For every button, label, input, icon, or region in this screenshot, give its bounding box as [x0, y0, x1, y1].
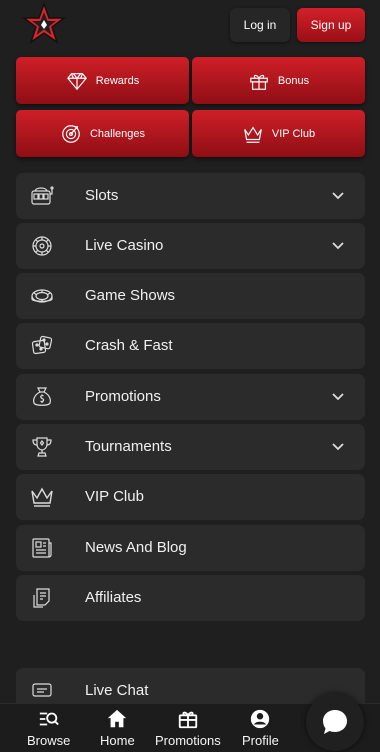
profile-icon [251, 709, 270, 729]
nav-promotions-label: Promotions [155, 733, 221, 748]
vip-club-tile[interactable]: VIP Club [192, 110, 365, 157]
menu-item-label: Affiliates [85, 589, 142, 606]
menu-item-label: VIP Club [85, 488, 144, 505]
menu-item-promotions[interactable]: Promotions [16, 374, 365, 420]
login-button[interactable]: Log in [230, 8, 290, 42]
trophy-icon [32, 437, 52, 457]
nav-browse[interactable]: Browse [27, 708, 70, 748]
chevron-down-icon[interactable] [331, 441, 345, 453]
home-icon [108, 709, 127, 728]
menu-item-tournaments[interactable]: Tournaments [16, 424, 365, 470]
dice-icon [31, 335, 53, 355]
menu-item-affiliates[interactable]: Affiliates [16, 575, 365, 621]
chevron-down-icon[interactable] [331, 391, 345, 403]
newspaper-icon [32, 538, 52, 558]
menu-item-game-shows[interactable]: Game Shows [16, 273, 365, 319]
chevron-down-icon[interactable] [331, 240, 345, 252]
gift-box-icon [178, 711, 198, 729]
menu-item-label: Promotions [85, 388, 161, 405]
browse-icon [39, 712, 59, 726]
menu-item-label: Slots [85, 187, 119, 204]
menu-item-vip-club[interactable]: VIP Club [16, 474, 365, 520]
rewards-tile[interactable]: Rewards [16, 57, 189, 104]
live-chat-button[interactable] [306, 693, 364, 751]
diamond-icon [66, 72, 87, 90]
menu-item-label: Live Chat [85, 682, 149, 699]
nav-browse-label: Browse [27, 733, 71, 748]
chevron-down-icon[interactable] [331, 190, 345, 202]
menu-item-crash-fast[interactable]: Crash & Fast [16, 323, 365, 369]
nav-profile[interactable]: Profile [242, 708, 279, 748]
nav-profile-label: Profile [242, 733, 279, 748]
roulette-icon [32, 236, 52, 256]
nav-home-label: Home [100, 733, 135, 748]
menu-item-label: Game Shows [85, 287, 176, 304]
gift-icon [250, 74, 268, 90]
crown-icon [31, 487, 53, 507]
signup-button[interactable]: Sign up [297, 8, 365, 42]
menu-item-news-blog[interactable]: News And Blog [16, 525, 365, 571]
money-bag-icon [33, 387, 51, 406]
rewards-tile-label: Rewards [95, 74, 140, 87]
bonus-tile-label: Bonus [277, 74, 310, 87]
slot-machine-icon [31, 186, 54, 205]
menu-item-label: Live Casino [85, 237, 164, 254]
menu-item-live-casino[interactable]: Live Casino [16, 223, 365, 269]
menu-item-label: News And Blog [85, 539, 187, 556]
challenges-tile-label: Challenges [89, 127, 146, 140]
crown-icon [244, 125, 262, 143]
star-logo-icon[interactable] [22, 2, 66, 46]
menu-item-label: Crash & Fast [85, 337, 173, 354]
chat-bubble-icon [323, 710, 347, 734]
affiliates-icon [33, 588, 50, 608]
vip-club-tile-label: VIP Club [271, 127, 316, 140]
chat-icon [32, 683, 52, 697]
challenges-tile[interactable]: Challenges [16, 110, 189, 157]
wheel-icon [31, 289, 53, 303]
menu-item-slots[interactable]: Slots [16, 173, 365, 219]
bonus-tile[interactable]: Bonus [192, 57, 365, 104]
header: Log in Sign up [0, 0, 380, 50]
target-icon [62, 124, 80, 143]
menu-item-label: Tournaments [85, 438, 172, 455]
nav-home[interactable]: Home [100, 708, 135, 748]
nav-promotions[interactable]: Promotions [155, 708, 221, 748]
